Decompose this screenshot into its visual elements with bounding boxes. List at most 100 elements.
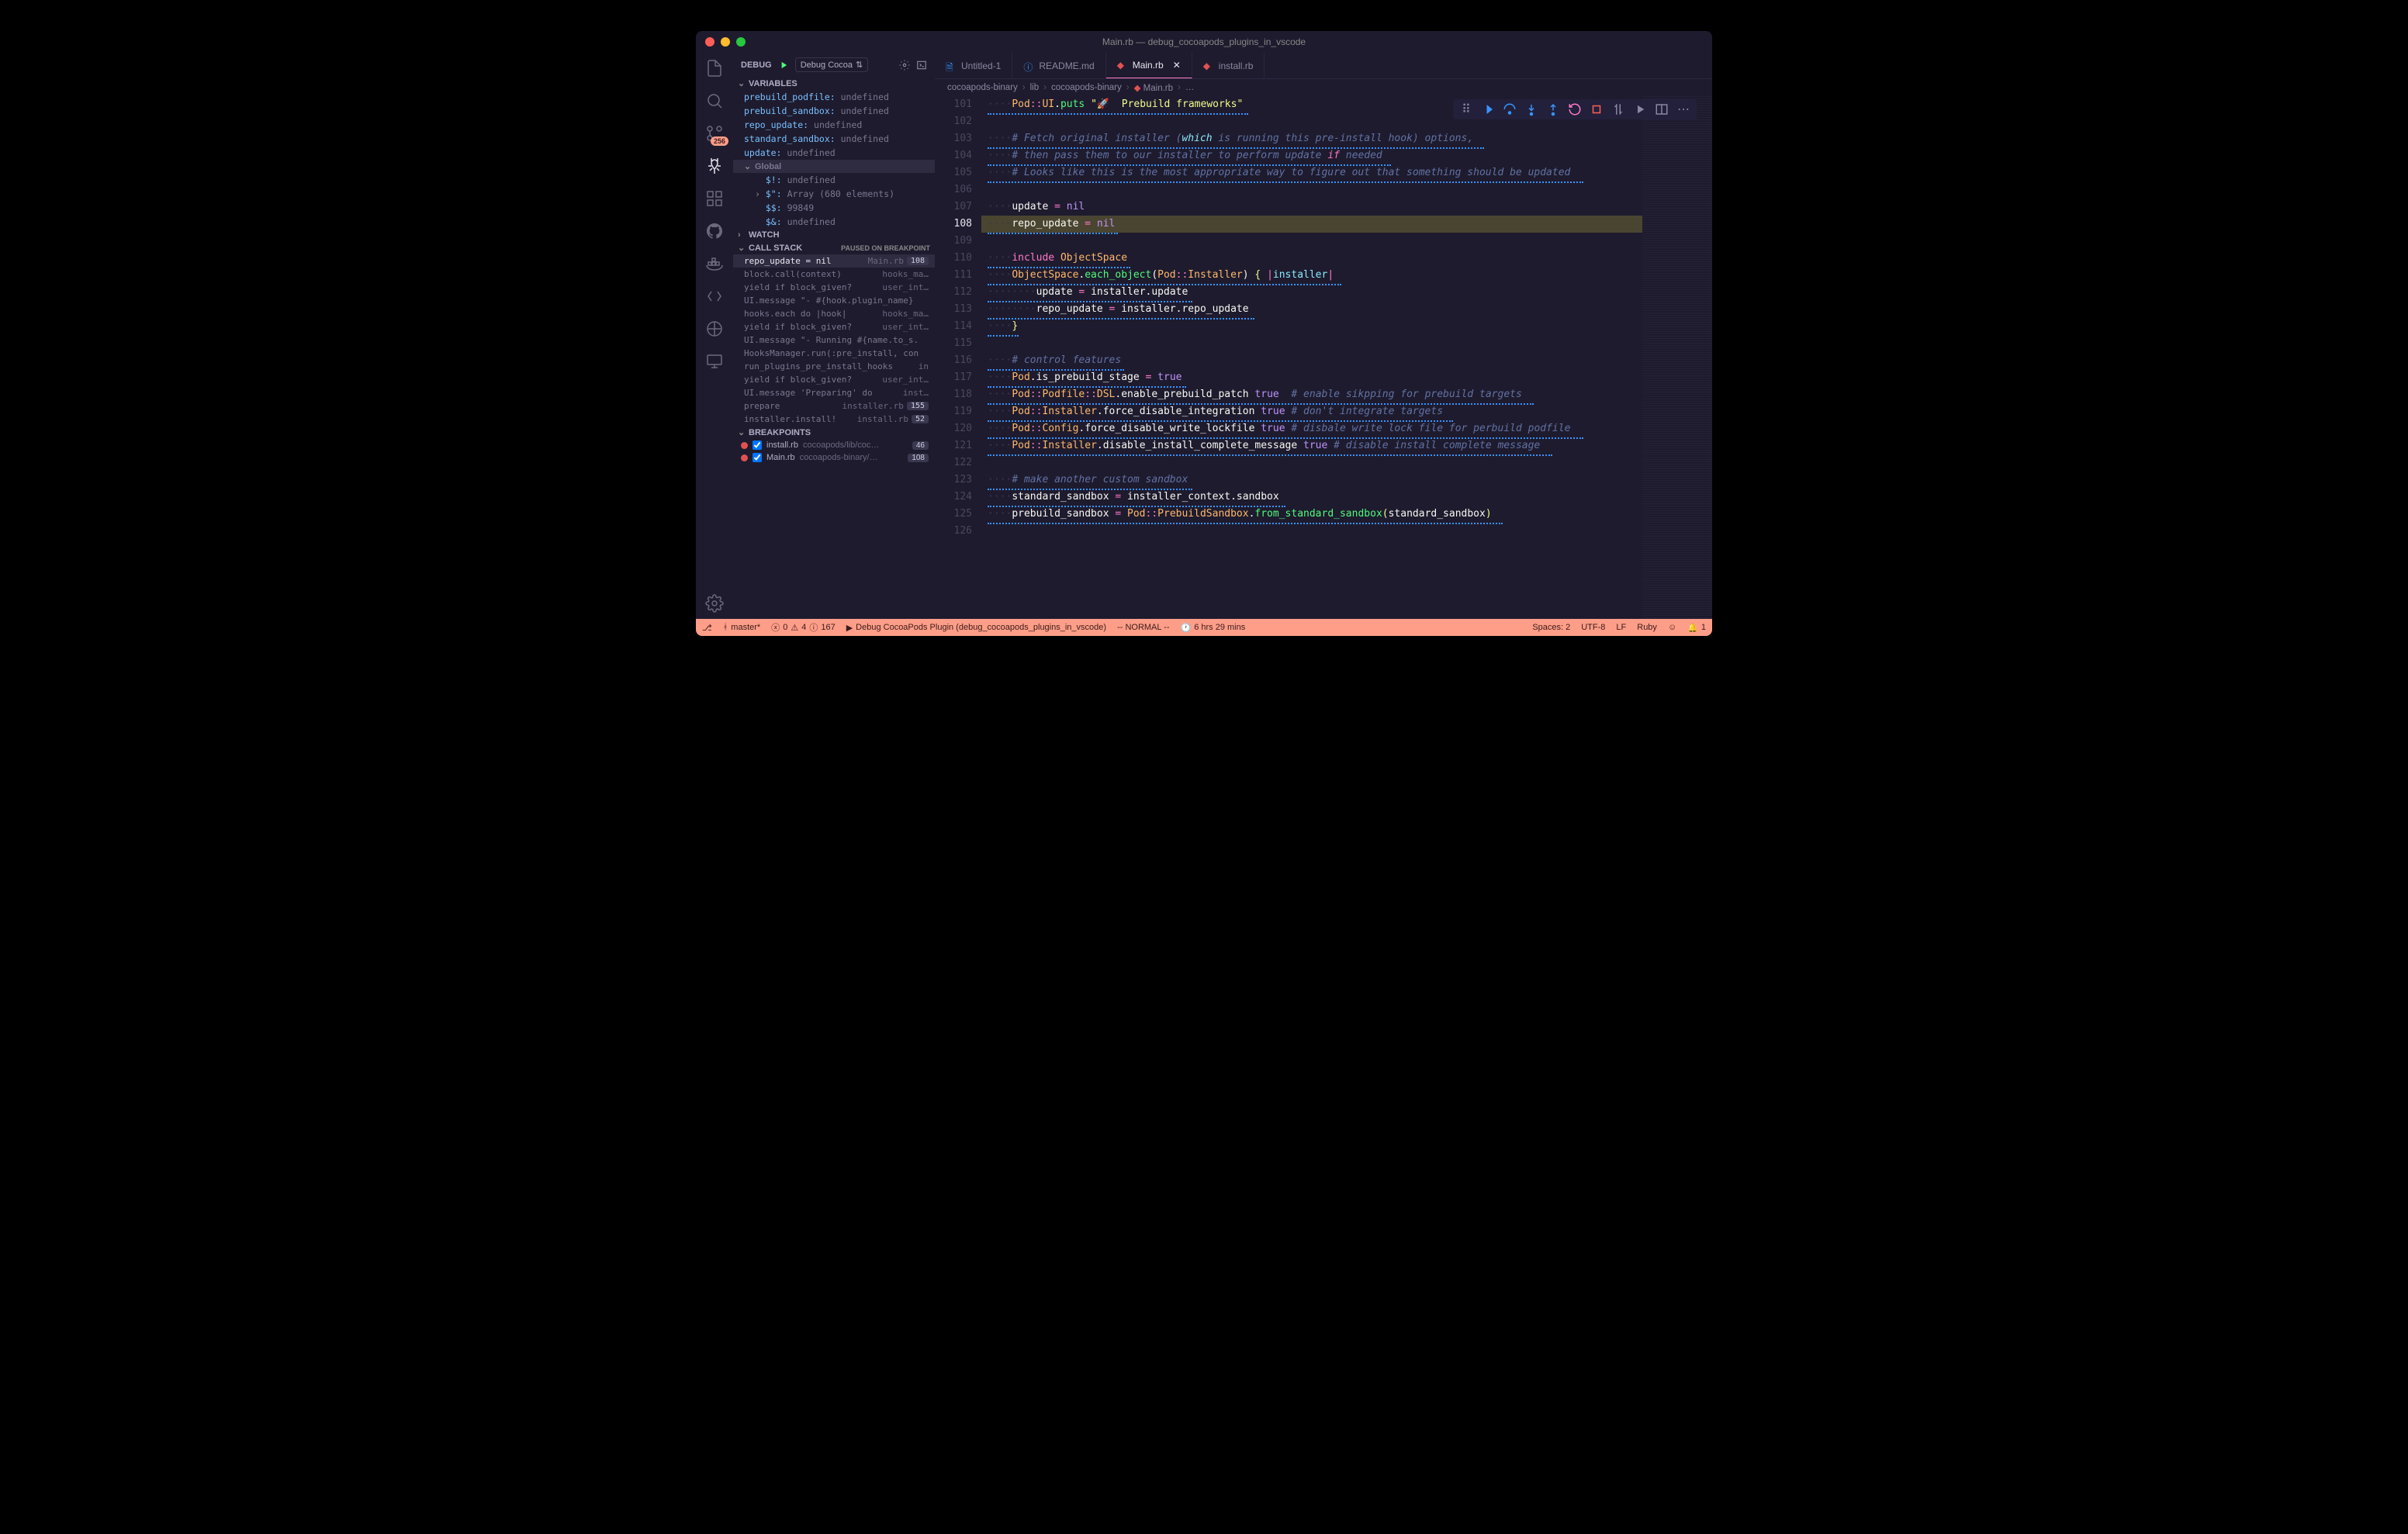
line-number[interactable]: 117 (935, 369, 972, 386)
tab[interactable]: ⓘREADME.md (1012, 53, 1105, 78)
global-scope[interactable]: ⌄Global (733, 160, 935, 173)
line-number[interactable]: 101 (935, 96, 972, 113)
code-line[interactable]: ········repo_update = installer.repo_upd… (981, 301, 1642, 318)
global-item[interactable]: $&: undefined (755, 215, 935, 229)
variable-item[interactable]: update: undefined (744, 146, 935, 160)
start-debug-icon[interactable] (778, 60, 789, 71)
step-out-icon[interactable] (1546, 102, 1560, 116)
callstack-frame[interactable]: run_plugins_pre_install_hooksin (733, 360, 935, 373)
close-tab-icon[interactable]: ✕ (1173, 60, 1181, 71)
settings-icon[interactable] (705, 594, 724, 613)
remote-icon[interactable] (705, 352, 724, 371)
debug-target[interactable]: ▶Debug CocoaPods Plugin (debug_cocoapods… (846, 623, 1106, 633)
code-line[interactable]: ····repo_update = nil (981, 216, 1642, 233)
line-number[interactable]: 124 (935, 489, 972, 506)
line-number[interactable]: 120 (935, 420, 972, 437)
run-icon[interactable] (1633, 102, 1647, 116)
callstack-frame[interactable]: UI.message 'Preparing' doinst… (733, 386, 935, 399)
debug-console-icon[interactable] (916, 60, 927, 71)
line-number[interactable]: 103 (935, 130, 972, 147)
code-line[interactable]: ····Pod::Installer.force_disable_integra… (981, 403, 1642, 420)
breadcrumb[interactable]: cocoapods-binary›lib›cocoapods-binary›◆ … (935, 79, 1712, 96)
search-icon[interactable] (705, 92, 724, 110)
code-line[interactable]: ····include ObjectSpace (981, 250, 1642, 267)
tab[interactable]: 🗎Untitled-1 (935, 53, 1012, 78)
explorer-icon[interactable] (705, 59, 724, 78)
line-number[interactable]: 105 (935, 164, 972, 181)
variable-item[interactable]: prebuild_podfile: undefined (744, 90, 935, 104)
variable-item[interactable]: standard_sandbox: undefined (744, 132, 935, 146)
notifications[interactable]: 🔔1 (1687, 623, 1706, 633)
code-line[interactable] (981, 523, 1642, 540)
callstack-frame[interactable]: yield if block_given?user_int… (733, 281, 935, 294)
callstack-frame[interactable]: yield if block_given?user_int… (733, 373, 935, 386)
close-icon[interactable] (705, 37, 714, 47)
split-icon[interactable] (1655, 102, 1669, 116)
liveshare-icon[interactable] (705, 320, 724, 338)
drag-handle-icon[interactable]: ⠿ (1459, 102, 1473, 116)
code-line[interactable] (981, 335, 1642, 352)
line-number[interactable]: 106 (935, 181, 972, 199)
breadcrumb-item[interactable]: ◆ Main.rb (1134, 82, 1173, 93)
editor[interactable]: 101102103104105106107▷108109110111112113… (935, 96, 1712, 619)
code-line[interactable]: ····# make another custom sandbox (981, 472, 1642, 489)
breakpoints-section[interactable]: ⌄BREAKPOINTS (733, 426, 935, 439)
git-branch[interactable]: ᚼmaster* (723, 623, 761, 632)
line-number[interactable]: 121 (935, 437, 972, 454)
tab[interactable]: ◆Main.rb✕ (1106, 53, 1192, 78)
breakpoint-checkbox[interactable] (752, 441, 762, 450)
feedback-icon[interactable]: ☺ (1668, 623, 1676, 632)
callstack-frame[interactable]: installer.install!install.rb52 (733, 413, 935, 426)
breakpoint-checkbox[interactable] (752, 453, 762, 462)
code-line[interactable]: ····Pod.is_prebuild_stage = true (981, 369, 1642, 386)
gutter[interactable]: 101102103104105106107▷108109110111112113… (935, 96, 981, 619)
callstack-frame[interactable]: block.call(context)hooks_ma… (733, 268, 935, 281)
global-item[interactable]: $$: 99849 (755, 201, 935, 215)
watch-section[interactable]: ›WATCH (733, 229, 935, 241)
step-into-icon[interactable] (1524, 102, 1538, 116)
code-line[interactable]: ····Pod::Podfile::DSL.enable_prebuild_pa… (981, 386, 1642, 403)
line-number[interactable]: 123 (935, 472, 972, 489)
line-number[interactable]: 104 (935, 147, 972, 164)
problems-indicator[interactable]: ⓧ0 ⚠4 ⓘ167 (771, 621, 835, 634)
code-line[interactable]: ····Pod::Config.force_disable_write_lock… (981, 420, 1642, 437)
code-line[interactable]: ····prebuild_sandbox = Pod::PrebuildSand… (981, 506, 1642, 523)
code-line[interactable]: ····ObjectSpace.each_object(Pod::Install… (981, 267, 1642, 284)
callstack-section[interactable]: ⌄CALL STACKPAUSED ON BREAKPOINT (733, 241, 935, 254)
remote-indicator[interactable]: ⎇ (702, 623, 712, 633)
github-icon[interactable] (705, 222, 724, 240)
line-number[interactable]: 109 (935, 233, 972, 250)
line-number[interactable]: 119 (935, 403, 972, 420)
code-line[interactable]: ····Pod::Installer.disable_install_compl… (981, 437, 1642, 454)
eol[interactable]: LF (1616, 623, 1626, 632)
variables-section[interactable]: ⌄VARIABLES (733, 77, 935, 90)
callstack-frame[interactable]: yield if block_given?user_int… (733, 320, 935, 333)
restart-icon[interactable] (1568, 102, 1582, 116)
encoding[interactable]: UTF-8 (1581, 623, 1605, 632)
line-number[interactable]: 111 (935, 267, 972, 284)
variable-item[interactable]: prebuild_sandbox: undefined (744, 104, 935, 118)
maximize-icon[interactable] (736, 37, 746, 47)
debug-icon[interactable] (705, 157, 724, 175)
code-line[interactable]: ········update = installer.update (981, 284, 1642, 301)
line-number[interactable]: 110 (935, 250, 972, 267)
step-over-icon[interactable] (1503, 102, 1517, 116)
line-number[interactable]: 102 (935, 113, 972, 130)
global-item[interactable]: › $": Array (680 elements) (755, 187, 935, 201)
compare-icon[interactable] (1611, 102, 1625, 116)
line-number[interactable]: 122 (935, 454, 972, 472)
code-line[interactable] (981, 233, 1642, 250)
callstack-frame[interactable]: hooks.each do |hook|hooks_ma… (733, 307, 935, 320)
code-line[interactable]: ····# control features (981, 352, 1642, 369)
code-line[interactable]: ····# then pass them to our installer to… (981, 147, 1642, 164)
stop-icon[interactable] (1590, 102, 1604, 116)
line-number[interactable]: 126 (935, 523, 972, 540)
breadcrumb-item[interactable]: … (1185, 83, 1195, 92)
breadcrumb-item[interactable]: cocoapods-binary (947, 83, 1018, 92)
more-icon[interactable]: ⋯ (1676, 102, 1690, 116)
code-line[interactable]: ····# Looks like this is the most approp… (981, 164, 1642, 181)
breakpoint-item[interactable]: install.rbcocoapods/lib/coc…46 (733, 439, 935, 451)
language[interactable]: Ruby (1637, 623, 1657, 632)
line-number[interactable]: 118 (935, 386, 972, 403)
global-item[interactable]: $!: undefined (755, 173, 935, 187)
